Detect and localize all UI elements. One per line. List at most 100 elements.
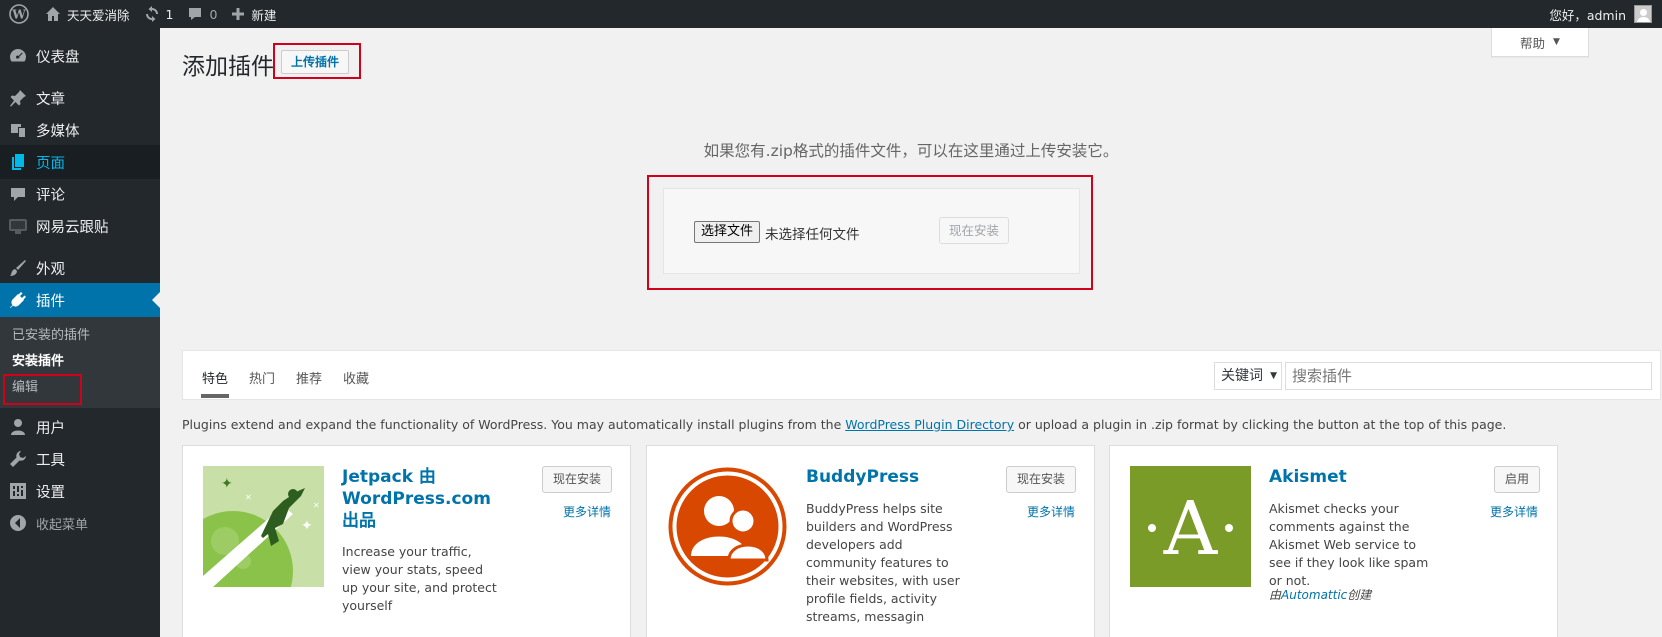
sidebar-item-plugins[interactable]: 插件 bbox=[0, 283, 160, 317]
screen-icon bbox=[8, 216, 28, 236]
sidebar-item-tools[interactable]: 工具 bbox=[0, 442, 160, 476]
plugin-card-jetpack: ✦ ✦ ✕ ✕ Jetpack 由 WordPress.com 出品 Incre… bbox=[182, 445, 631, 637]
author-prefix: 由 bbox=[1269, 588, 1282, 602]
plugin-directory-link[interactable]: WordPress Plugin Directory bbox=[845, 417, 1014, 432]
comments-link[interactable]: 0 bbox=[180, 0, 224, 28]
file-status-text: 未选择任何文件 bbox=[765, 227, 860, 243]
help-tab-button[interactable]: 帮助 ▼ bbox=[1491, 28, 1589, 57]
my-account[interactable]: 您好，admin bbox=[1549, 0, 1652, 28]
sidebar-item-label: 网易云跟贴 bbox=[36, 219, 109, 236]
sidebar-item-dashboard[interactable]: 仪表盘 bbox=[0, 39, 160, 73]
sidebar-item-label: 插件 bbox=[36, 293, 65, 310]
sidebar-item-label: 工具 bbox=[36, 452, 65, 469]
more-details-link[interactable]: 更多详情 bbox=[1490, 503, 1538, 520]
updates-link[interactable]: 1 bbox=[137, 0, 181, 28]
wrench-icon bbox=[8, 449, 28, 469]
admin-sidebar: 仪表盘 文章 多媒体 页面 评论 网易云跟贴 外观 插件 已安装的插件 安装插件… bbox=[0, 28, 160, 637]
submenu-add-plugins[interactable]: 安装插件 bbox=[0, 349, 160, 375]
plus-icon bbox=[232, 8, 245, 20]
plugin-filter-bar: 特色 热门 推荐 收藏 关键词 ▼ 搜索插件 bbox=[182, 350, 1661, 400]
collapse-label: 收起菜单 bbox=[36, 517, 89, 533]
caret-down-icon: ▼ bbox=[1553, 37, 1560, 47]
page-title: 添加插件 bbox=[182, 54, 274, 80]
comments-count: 0 bbox=[209, 6, 218, 22]
svg-text:✕: ✕ bbox=[313, 501, 320, 510]
plugin-description: BuddyPress helps site builders and WordP… bbox=[806, 501, 960, 624]
greeting: 您好，admin bbox=[1549, 7, 1626, 23]
pin-icon bbox=[8, 88, 28, 108]
svg-text:W: W bbox=[11, 8, 26, 22]
home-icon bbox=[46, 7, 60, 21]
wordpress-logo-icon[interactable]: W bbox=[0, 0, 38, 28]
brush-icon bbox=[8, 258, 28, 278]
sidebar-item-label: 仪表盘 bbox=[36, 49, 80, 66]
plugin-card-buddypress: BuddyPress BuddyPress helps site builder… bbox=[646, 445, 1095, 637]
sidebar-item-label: 页面 bbox=[36, 155, 65, 172]
plugin-author: 由Automattic创建 bbox=[1269, 586, 1371, 603]
page-icon bbox=[8, 152, 28, 172]
sidebar-item-label: 多媒体 bbox=[36, 123, 80, 140]
author-link[interactable]: Automattic bbox=[1281, 588, 1347, 602]
buddypress-thumbnail bbox=[667, 466, 788, 587]
tab-popular[interactable]: 热门 bbox=[249, 368, 275, 387]
tab-favorites[interactable]: 收藏 bbox=[343, 368, 369, 387]
search-type-select[interactable]: 关键词 ▼ bbox=[1214, 362, 1282, 390]
intro-text-after: or upload a plugin in .zip format by cli… bbox=[1014, 417, 1507, 432]
svg-text:A: A bbox=[1163, 486, 1219, 572]
intro-text-before: Plugins extend and expand the functional… bbox=[182, 417, 846, 432]
author-suffix: 创建 bbox=[1347, 588, 1372, 602]
more-details-link[interactable]: 更多详情 bbox=[563, 503, 611, 520]
install-buddypress-button[interactable]: 现在安装 bbox=[1006, 466, 1077, 493]
plugin-name-link[interactable]: Jetpack 由 WordPress.com 出品 bbox=[342, 466, 502, 532]
sidebar-item-users[interactable]: 用户 bbox=[0, 410, 160, 444]
plugin-name-link[interactable]: BuddyPress bbox=[806, 466, 966, 488]
svg-text:✕: ✕ bbox=[245, 493, 252, 502]
plugin-icon bbox=[8, 290, 28, 310]
install-jetpack-button[interactable]: 现在安装 bbox=[542, 466, 613, 493]
akismet-thumbnail: A bbox=[1130, 466, 1251, 587]
new-label: 新建 bbox=[251, 7, 277, 23]
sidebar-item-media[interactable]: 多媒体 bbox=[0, 113, 160, 147]
activate-akismet-button[interactable]: 启用 bbox=[1494, 466, 1541, 493]
highlight-box-add-plugins bbox=[3, 374, 82, 405]
sidebar-item-label: 文章 bbox=[36, 91, 65, 108]
sidebar-item-pages[interactable]: 页面 bbox=[0, 145, 160, 179]
sidebar-item-posts[interactable]: 文章 bbox=[0, 81, 160, 115]
new-content-link[interactable]: 新建 bbox=[224, 0, 283, 28]
plugins-intro-text: Plugins extend and expand the functional… bbox=[182, 417, 1506, 432]
sidebar-item-appearance[interactable]: 外观 bbox=[0, 251, 160, 285]
install-now-button[interactable]: 现在安装 bbox=[939, 217, 1010, 244]
user-icon bbox=[8, 417, 28, 437]
search-plugins-input[interactable]: 搜索插件 bbox=[1285, 362, 1652, 390]
sidebar-item-comments[interactable]: 评论 bbox=[0, 177, 160, 211]
main-content: 添加插件 上传插件 帮助 ▼ 如果您有.zip格式的插件文件，可以在这里通过上传… bbox=[160, 28, 1662, 637]
upload-description: 如果您有.zip格式的插件文件，可以在这里通过上传安装它。 bbox=[703, 142, 1119, 160]
choose-file-button[interactable]: 选择文件 bbox=[694, 221, 761, 243]
settings-icon bbox=[8, 481, 28, 501]
dashboard-icon bbox=[8, 46, 28, 66]
plugin-description: Increase your traffic, view your stats, … bbox=[342, 544, 497, 613]
more-details-link[interactable]: 更多详情 bbox=[1027, 503, 1075, 520]
highlight-box-upload-button bbox=[273, 43, 361, 79]
tab-recommended[interactable]: 推荐 bbox=[296, 368, 322, 387]
tab-featured[interactable]: 特色 bbox=[200, 368, 230, 398]
upload-form: 选择文件 未选择任何文件 现在安装 bbox=[663, 188, 1080, 274]
comment-icon bbox=[189, 8, 202, 20]
plugin-card-akismet: A Akismet Akismet checks your comments a… bbox=[1109, 445, 1558, 637]
sidebar-item-settings[interactable]: 设置 bbox=[0, 474, 160, 508]
comment-icon bbox=[8, 184, 28, 204]
sidebar-item-netease[interactable]: 网易云跟贴 bbox=[0, 209, 160, 243]
updates-count: 1 bbox=[165, 6, 174, 22]
collapse-menu-button[interactable]: 收起菜单 bbox=[0, 506, 160, 540]
site-name-link[interactable]: 天天爱消除 bbox=[38, 0, 137, 28]
plugin-name-link[interactable]: Akismet bbox=[1269, 466, 1429, 488]
updates-icon bbox=[145, 6, 158, 22]
search-type-value: 关键词 bbox=[1221, 368, 1263, 384]
site-name: 天天爱消除 bbox=[67, 7, 130, 23]
media-icon bbox=[8, 120, 28, 140]
svg-text:✦: ✦ bbox=[221, 476, 233, 492]
submenu-installed-plugins[interactable]: 已安装的插件 bbox=[0, 323, 160, 349]
avatar bbox=[1634, 5, 1652, 23]
svg-text:✦: ✦ bbox=[301, 518, 313, 534]
sidebar-item-label: 评论 bbox=[36, 187, 65, 204]
